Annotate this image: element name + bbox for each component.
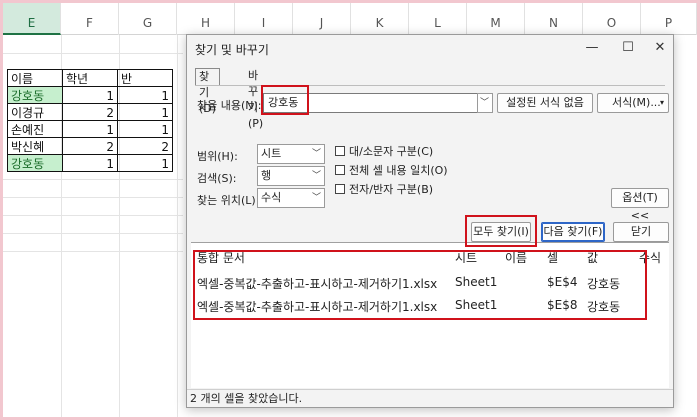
find-next-button[interactable]: 다음 찾기(F) [541,222,605,242]
chevron-down-icon: ﹀ [479,98,489,108]
cell-class[interactable]: 1 [117,120,173,138]
result-book[interactable]: 엑셀-중복값-추출하고-표시하고-제거하기1.xlsx [197,275,437,292]
close-icon[interactable]: ✕ [647,37,673,59]
tab-replace[interactable]: 바꾸기(P) [245,68,266,130]
scope-value: 시트 [261,147,282,160]
column-header-o[interactable]: O [583,3,641,35]
cell-grade[interactable]: 2 [62,103,118,121]
match-byte-label: 전자/반자 구분(B) [349,183,434,196]
format-button[interactable]: 서식(M)... ▾ [597,93,669,113]
cell-class[interactable]: 1 [117,154,173,172]
status-bar: 2 개의 셀을 찾았습니다. [187,389,673,407]
cell-name[interactable]: 이경규 [7,103,63,121]
close-button[interactable]: 닫기 [613,222,669,242]
look-in-label: 찾는 위치(L): [197,194,260,207]
cell-grade[interactable]: 2 [62,137,118,155]
cell-grade[interactable]: 1 [62,86,118,104]
options-toggle-button[interactable]: 옵션(T) << [611,188,669,222]
cell-name[interactable]: 손예진 [7,120,63,138]
checkbox-icon [335,146,345,156]
column-header-n[interactable]: N [525,3,583,35]
find-replace-dialog: 찾기 및 바꾸기 — ☐ ✕ 찾기(D) 바꾸기(P) 찾을 내용(N): 강호… [186,34,674,408]
format-button-label: 서식(M)... [612,96,661,109]
result-book[interactable]: 엑셀-중복값-추출하고-표시하고-제거하기1.xlsx [197,298,437,315]
column-header-g[interactable]: G [119,3,177,35]
search-order-label: 검색(S): [197,172,237,185]
match-entire-cell-checkbox[interactable]: 전체 셀 내용 일치(O) [335,162,448,178]
column-header-e[interactable]: E [3,3,61,35]
results-header-book[interactable]: 통합 문서 [197,249,245,266]
scope-label: 범위(H): [197,150,238,163]
find-history-dropdown[interactable]: ﹀ [477,93,493,113]
gridline [3,215,183,216]
gridline [3,179,183,180]
cell-name[interactable]: 강호동 [7,154,63,172]
scope-select[interactable]: 시트 ﹀ [257,144,325,164]
column-header-k[interactable]: K [351,3,409,35]
cell-class[interactable]: 1 [117,103,173,121]
result-cell[interactable]: $E$8 [547,298,578,312]
minimize-icon[interactable]: — [579,37,605,59]
chevron-down-icon: ﹀ [311,193,321,203]
header-cell-class[interactable]: 반 [117,69,173,87]
find-all-button[interactable]: 모두 찾기(I) [471,222,531,242]
match-entire-cell-label: 전체 셀 내용 일치(O) [349,164,448,177]
gridline [3,251,183,252]
result-sheet[interactable]: Sheet1 [455,275,497,289]
column-header-p[interactable]: P [641,3,697,35]
format-none-button[interactable]: 설정된 서식 없음 [497,93,593,113]
gridline [3,233,183,234]
match-case-label: 대/소문자 구분(C) [349,145,434,158]
cell-name[interactable]: 박신혜 [7,137,63,155]
dialog-title: 찾기 및 바꾸기 [195,43,269,57]
look-in-value: 수식 [261,191,282,204]
results-header-name[interactable]: 이름 [505,249,527,266]
gridline [177,35,178,417]
column-headers: E F G H I J K L M N O P [3,3,697,35]
result-cell[interactable]: $E$4 [547,275,578,289]
search-order-select[interactable]: 행 ﹀ [257,166,325,186]
results-header-sheet[interactable]: 시트 [455,249,477,266]
header-cell-name[interactable]: 이름 [7,69,63,87]
find-what-input[interactable]: 강호동 [263,93,491,113]
tab-find[interactable]: 찾기(D) [195,68,221,115]
result-value[interactable]: 강호동 [587,298,620,315]
column-header-i[interactable]: I [235,3,293,35]
gridline [3,197,183,198]
maximize-icon[interactable]: ☐ [615,37,641,59]
match-case-checkbox[interactable]: 대/소문자 구분(C) [335,143,433,159]
search-order-value: 행 [261,169,272,182]
checkbox-icon [335,184,345,194]
cell-grade[interactable]: 1 [62,154,118,172]
cell-class[interactable]: 2 [117,137,173,155]
find-what-label: 찾을 내용(N): [197,99,262,112]
header-cell-grade[interactable]: 학년 [62,69,118,87]
gridline [3,53,183,54]
tab-divider [195,85,665,86]
checkbox-icon [335,165,345,175]
results-header-formula[interactable]: 수식 [639,249,661,266]
column-header-h[interactable]: H [177,3,235,35]
dropdown-arrow-icon: ▾ [659,98,664,107]
cell-grade[interactable]: 1 [62,120,118,138]
column-header-l[interactable]: L [409,3,467,35]
results-list[interactable]: 통합 문서 시트 이름 셀 값 수식 엑셀-중복값-추출하고-표시하고-제거하기… [191,242,669,388]
results-header-value[interactable]: 값 [587,249,598,266]
result-value[interactable]: 강호동 [587,275,620,292]
column-header-f[interactable]: F [61,3,119,35]
column-header-m[interactable]: M [467,3,525,35]
result-sheet[interactable]: Sheet1 [455,298,497,312]
column-header-j[interactable]: J [293,3,351,35]
results-header-cell[interactable]: 셀 [547,249,558,266]
chevron-down-icon: ﹀ [311,149,321,159]
cell-name[interactable]: 강호동 [7,86,63,104]
match-byte-checkbox[interactable]: 전자/반자 구분(B) [335,181,433,197]
cell-class[interactable]: 1 [117,86,173,104]
look-in-select[interactable]: 수식 ﹀ [257,188,325,208]
chevron-down-icon: ﹀ [311,171,321,181]
